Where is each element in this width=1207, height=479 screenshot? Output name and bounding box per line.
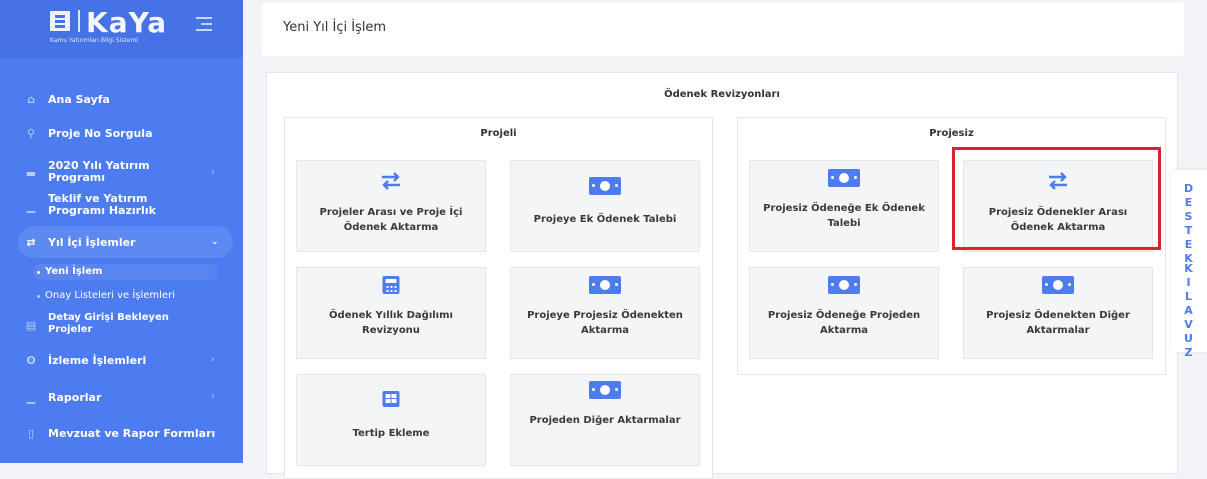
destek-label: DESTEK [1184, 182, 1195, 265]
money-icon [1042, 276, 1074, 294]
chevron-down-icon: ⌄ [211, 237, 219, 247]
tile-projesiz-projeden-aktarma[interactable]: Projesiz Ödeneğe Projeden Aktarma [749, 267, 939, 359]
folder-icon: ▬ [25, 167, 37, 180]
submenu-item-label: Yeni İşlem [45, 266, 103, 277]
swap-icon [382, 172, 400, 190]
tile-projeler-arasi-aktarma[interactable]: Projeler Arası ve Proje İçi Ödenek Aktar… [296, 160, 486, 252]
sidebar-item-label: Detay Girişi Bekleyen Projeler [48, 312, 169, 335]
tile-projeye-ek-odenek[interactable]: Projeye Ek Ödenek Talebi [510, 160, 700, 252]
bullet-icon [37, 295, 40, 298]
tile-label: Projeye Projesiz Ödenekten Aktarma [527, 310, 683, 336]
search-icon: ⚲ [26, 127, 36, 140]
sidebar-item-label: 2020 Yılı Yatırım Programı [48, 159, 150, 184]
sidebar-item-label: Mevzuat ve Rapor Formları [48, 427, 216, 440]
bullet-icon [37, 271, 40, 274]
kilavuz-tab[interactable]: KILAVUZ [1181, 262, 1197, 360]
menu-toggle-icon[interactable] [196, 17, 212, 31]
money-icon [589, 276, 621, 294]
sidebar-item-label: İzleme İşlemleri [48, 354, 147, 367]
sidebar-item-label: Raporlar [48, 391, 102, 404]
brand-header: KaYa Kamu Yatırımları Bilgi Sistemi [0, 0, 243, 58]
tile-yillik-dagilim-revizyonu[interactable]: Ödenek Yıllık Dağılımı Revizyonu [296, 267, 486, 359]
tile-label: Projesiz Ödenekten Diğer Aktarmalar [986, 310, 1130, 336]
destek-tab[interactable]: DESTEK [1181, 182, 1197, 266]
page-title: Yeni Yıl İçi İşlem [283, 20, 387, 35]
tile-projeye-projesiz-aktarma[interactable]: Projeye Projesiz Ödenekten Aktarma [510, 267, 700, 359]
tile-label: Projesiz Ödeneğe Projeden Aktarma [767, 310, 921, 336]
tile-projesiz-ek-odenek[interactable]: Projesiz Ödeneğe Ek Ödenek Talebi [749, 160, 939, 252]
money-icon [589, 177, 621, 195]
chart-icon: ▁ [26, 200, 36, 213]
binoculars-icon: ʘ [26, 354, 36, 367]
section-title: Ödenek Revizyonları [664, 89, 780, 100]
chevron-right-icon: › [211, 392, 215, 402]
sidebar: KaYa Kamu Yatırımları Bilgi Sistemi ⌂ An… [0, 0, 243, 463]
panel-title: Projesiz [929, 128, 974, 139]
money-icon [589, 381, 621, 399]
submenu-item-label: Onay Listeleri ve İşlemleri [45, 290, 175, 301]
tile-label: Tertip Ekleme [352, 428, 430, 439]
kilavuz-label: KILAVUZ [1184, 262, 1194, 359]
page-header: Yeni Yıl İçi İşlem [262, 3, 1184, 56]
sidebar-item-label: Teklif ve Yatırım Programı Hazırlık [48, 192, 156, 217]
tile-label: Projeler Arası ve Proje İçi Ödenek Aktar… [319, 207, 463, 233]
odenek-revizyonlari-card: Ödenek Revizyonları Projeli Projeler Ara… [266, 72, 1178, 479]
list-icon: ▤ [25, 319, 37, 332]
grid-icon [382, 391, 400, 407]
panel-title: Projeli [480, 128, 517, 139]
chart-icon: ▁ [26, 391, 36, 404]
tile-label: Projesiz Ödeneğe Ek Ödenek Talebi [763, 203, 925, 229]
sidebar-item-label: Proje No Sorgula [48, 127, 153, 140]
logo-icon [50, 11, 70, 31]
sidebar-item-label: Yıl İçi İşlemler [48, 236, 136, 249]
money-icon [828, 276, 860, 294]
side-tabs: DESTEK KILAVUZ [1171, 170, 1207, 359]
tile-label: Projeden Diğer Aktarmalar [529, 415, 681, 426]
chevron-right-icon: › [211, 355, 215, 365]
tile-label: Projeye Ek Ödenek Talebi [533, 214, 677, 225]
tile-projesiz-diger-aktarmalar[interactable]: Projesiz Ödenekten Diğer Aktarmalar [963, 267, 1153, 359]
projeli-panel: Projeli Projeler Arası ve Proje İçi Öden… [284, 117, 713, 479]
money-icon [828, 169, 860, 187]
tile-projeden-diger-aktarmalar[interactable]: Projeden Diğer Aktarmalar [510, 374, 700, 466]
brand-name: KaYa [86, 6, 168, 39]
sidebar-item-label: Ana Sayfa [48, 93, 110, 106]
tile-label: Ödenek Yıllık Dağılımı Revizyonu [329, 310, 453, 336]
highlight-box [952, 147, 1161, 250]
document-icon: ▯ [27, 427, 35, 440]
logo-divider [78, 10, 80, 32]
calculator-icon [382, 276, 400, 294]
swap-icon: ⇄ [26, 236, 36, 249]
tile-tertip-ekleme[interactable]: Tertip Ekleme [296, 374, 486, 466]
brand-subtitle: Kamu Yatırımları Bilgi Sistemi [50, 37, 138, 44]
chevron-right-icon: › [211, 168, 215, 178]
home-icon: ⌂ [27, 93, 35, 106]
